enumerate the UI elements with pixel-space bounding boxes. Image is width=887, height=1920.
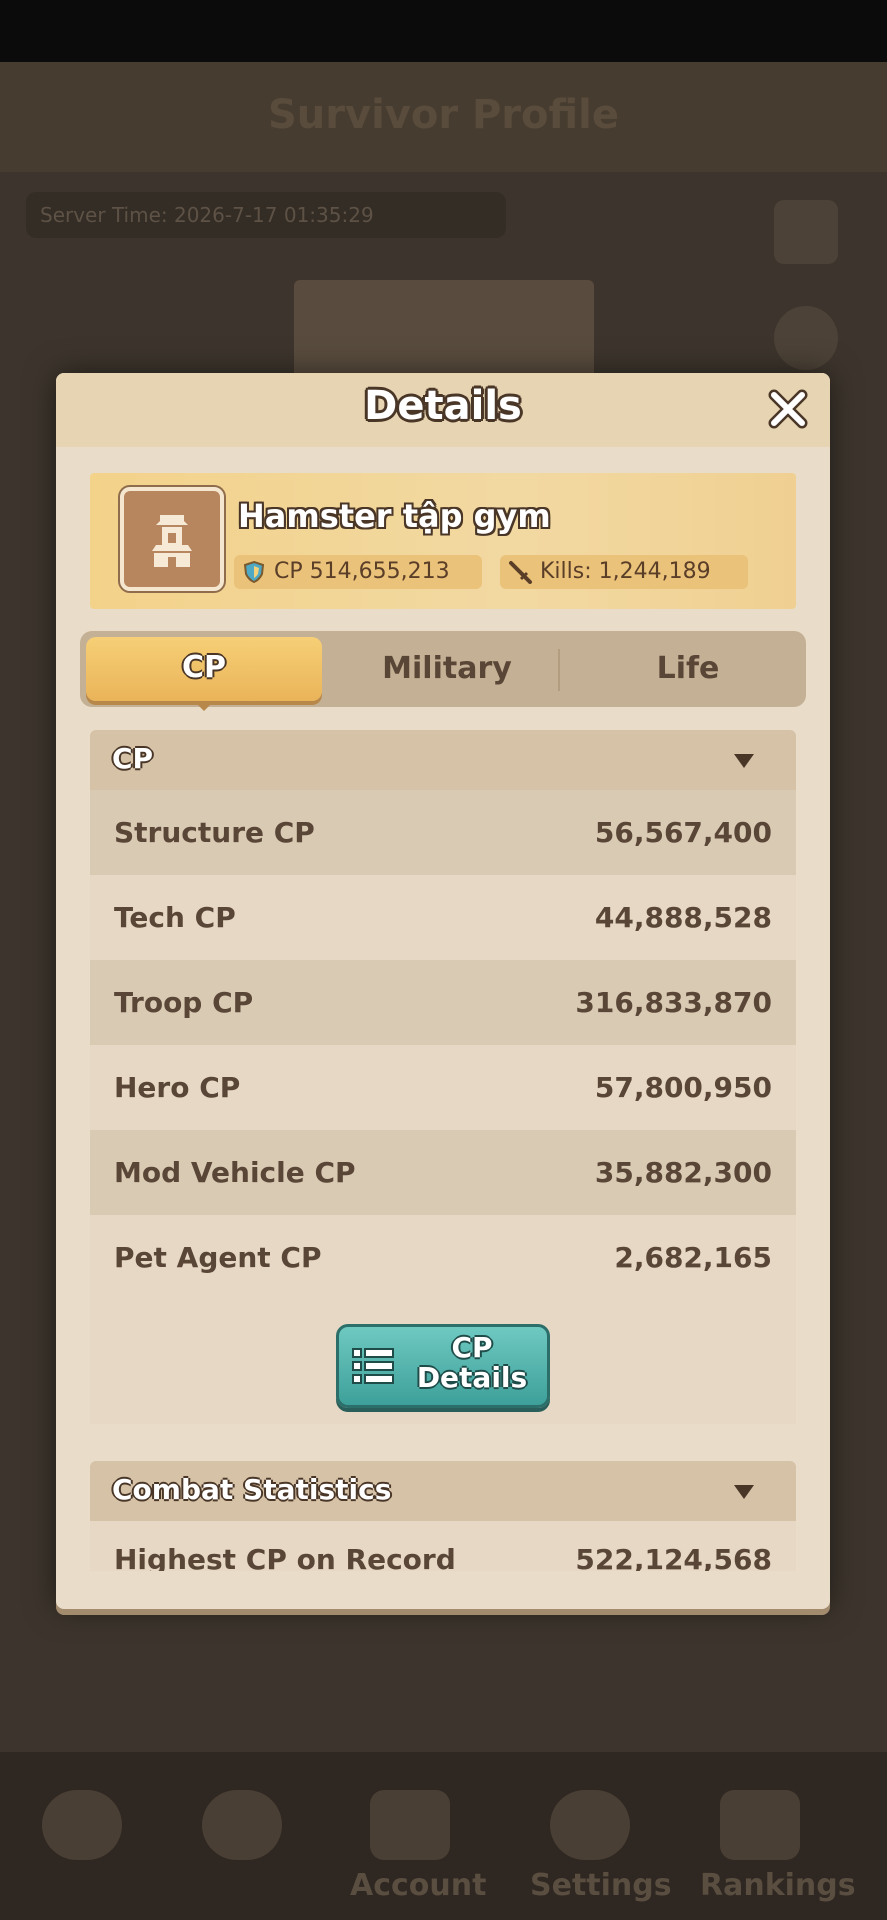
row-value: 35,882,300 — [594, 1156, 772, 1189]
row-value: 56,567,400 — [594, 816, 772, 849]
cp-details-label: CP Details — [416, 1331, 528, 1394]
tab-cp-label: CP — [181, 650, 226, 685]
cp-section-title: CP — [112, 742, 154, 775]
collapse-arrow-icon — [734, 1485, 754, 1499]
status-bar — [0, 0, 887, 62]
row-label: Hero CP — [114, 1071, 241, 1104]
modal-title: Details — [364, 383, 522, 429]
background-page-title: Survivor Profile — [267, 92, 619, 138]
cp-section-footer: CP Details — [90, 1300, 796, 1424]
background-server-time: Server Time: 2026-7-17 01:35:29 — [26, 192, 506, 238]
lighthouse-icon — [152, 515, 192, 567]
cp-value: CP 514,655,213 — [274, 559, 450, 584]
row-value: 57,800,950 — [594, 1071, 772, 1104]
collapse-arrow-icon — [734, 754, 754, 768]
list-icon — [352, 1348, 394, 1384]
kills-value: 1,244,189 — [598, 559, 711, 584]
sword-icon — [509, 561, 532, 584]
row-label: Highest CP on Record — [114, 1543, 456, 1571]
table-row: Troop CP 316,833,870 — [90, 960, 796, 1045]
table-row: Structure CP 56,567,400 — [90, 790, 796, 875]
close-icon — [768, 389, 808, 429]
kills-stat: Kills: 1,244,189 — [500, 555, 748, 589]
row-label: Structure CP — [114, 816, 315, 849]
player-name: Hamster tập gym — [238, 497, 551, 535]
table-row: Hero CP 57,800,950 — [90, 1045, 796, 1130]
row-label: Troop CP — [114, 986, 254, 1019]
shield-icon — [243, 560, 265, 584]
cp-stat: CP 514,655,213 — [234, 555, 482, 589]
tab-divider — [558, 649, 560, 691]
player-banner: Hamster tập gym CP 514,655,213 Kills: 1,… — [90, 473, 796, 609]
tab-cp[interactable]: CP — [86, 637, 322, 711]
tab-military[interactable]: Military — [330, 631, 564, 707]
table-row: Pet Agent CP 2,682,165 — [90, 1215, 796, 1300]
details-modal: Details Hamster tập gym CP 514,655,213 K… — [56, 373, 830, 1609]
row-value: 522,124,568 — [575, 1543, 772, 1571]
row-label: Mod Vehicle CP — [114, 1156, 356, 1189]
combat-section-header[interactable]: Combat Statistics — [90, 1461, 796, 1521]
background-side-button — [774, 306, 838, 370]
table-row: Mod Vehicle CP 35,882,300 — [90, 1130, 796, 1215]
row-label: Tech CP — [114, 901, 236, 934]
tab-bar: CP Military Life — [80, 631, 806, 711]
row-label: Pet Agent CP — [114, 1241, 322, 1274]
background-nav-account: Account — [350, 1790, 486, 1903]
cp-section: CP Structure CP 56,567,400 Tech CP 44,88… — [90, 730, 796, 1424]
background-nav-rankings: Rankings — [700, 1790, 856, 1903]
combat-section: Combat Statistics Highest CP on Record 5… — [90, 1461, 796, 1571]
cp-details-button[interactable]: CP Details — [336, 1324, 550, 1408]
combat-section-title: Combat Statistics — [112, 1473, 392, 1506]
table-row: Highest CP on Record 522,124,568 — [90, 1521, 796, 1571]
background-side-button — [774, 200, 838, 264]
kills-label: Kills: — [540, 559, 592, 584]
row-value: 44,888,528 — [594, 901, 772, 934]
cp-section-header[interactable]: CP — [90, 730, 796, 790]
background-nav-item — [182, 1790, 302, 1900]
tab-life[interactable]: Life — [570, 631, 806, 707]
close-button[interactable] — [766, 387, 810, 431]
tab-pointer — [194, 701, 214, 711]
background-nav-settings: Settings — [530, 1790, 672, 1903]
row-value: 316,833,870 — [575, 986, 772, 1019]
row-value: 2,682,165 — [614, 1241, 772, 1274]
avatar[interactable] — [120, 487, 224, 591]
background-nav-back — [22, 1790, 142, 1900]
table-row: Tech CP 44,888,528 — [90, 875, 796, 960]
